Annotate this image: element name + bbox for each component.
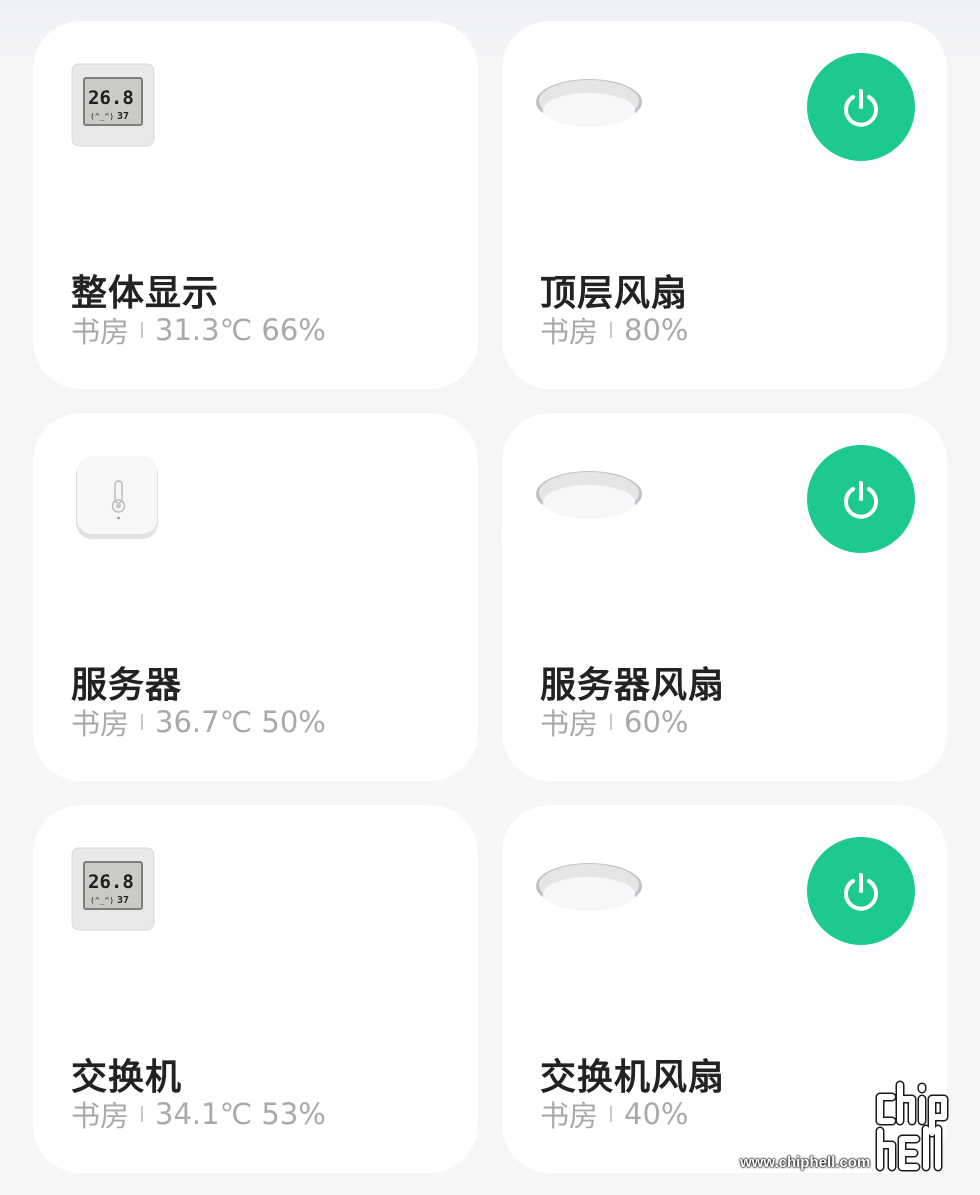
device-subtitle: 书房 60% — [540, 701, 688, 743]
divider — [141, 714, 144, 730]
divider — [141, 322, 144, 338]
device-subtitle: 书房 36.7℃ 50% — [71, 701, 326, 743]
ceiling-fan-icon — [534, 77, 644, 141]
device-card-overall-display[interactable]: 26.8 (^_^) 37 整体显示 书房 31.3℃ 66% — [33, 21, 478, 389]
device-status: 34.1℃ 53% — [155, 1097, 326, 1131]
watermark-url: www.chiphell.com — [740, 1154, 871, 1171]
divider — [610, 1106, 613, 1122]
ceiling-fan-icon — [534, 861, 644, 925]
device-subtitle: 书房 31.3℃ 66% — [71, 309, 326, 351]
device-subtitle: 书房 34.1℃ 53% — [71, 1093, 326, 1135]
svg-text:26.8: 26.8 — [88, 87, 134, 109]
power-button[interactable] — [807, 445, 915, 553]
device-room: 书房 — [71, 707, 130, 741]
ceiling-fan-icon — [534, 469, 644, 533]
thermometer-lcd-icon: 26.8 (^_^) 37 — [71, 847, 155, 935]
power-icon — [844, 481, 878, 519]
power-icon — [844, 89, 878, 127]
device-status: 31.3℃ 66% — [155, 313, 326, 347]
device-status: 60% — [624, 705, 689, 739]
device-room: 书房 — [540, 707, 599, 741]
device-subtitle: 书房 80% — [540, 309, 688, 351]
device-card-server-fan[interactable]: 服务器风扇 书房 60% — [502, 413, 947, 781]
power-icon — [844, 873, 878, 911]
power-button[interactable] — [807, 837, 915, 945]
temp-sensor-icon — [75, 455, 161, 545]
svg-text:37: 37 — [117, 111, 129, 122]
device-room: 书房 — [71, 1099, 130, 1133]
device-status: 40% — [624, 1097, 689, 1131]
chiphell-watermark: www.chiphell.com — [740, 1077, 968, 1177]
device-status: 80% — [624, 313, 689, 347]
device-card-server[interactable]: 服务器 书房 36.7℃ 50% — [33, 413, 478, 781]
device-card-switch[interactable]: 26.8 (^_^) 37 交换机 书房 34.1℃ 53% — [33, 805, 478, 1173]
svg-text:37: 37 — [117, 895, 129, 906]
device-room: 书房 — [540, 1099, 599, 1133]
divider — [610, 714, 613, 730]
device-card-top-fan[interactable]: 顶层风扇 书房 80% — [502, 21, 947, 389]
device-subtitle: 书房 40% — [540, 1093, 688, 1135]
svg-text:26.8: 26.8 — [88, 871, 134, 893]
thermometer-lcd-icon: 26.8 (^_^) 37 — [71, 63, 155, 151]
chiphell-logo-icon — [875, 1080, 949, 1172]
svg-text:(^_^): (^_^) — [90, 112, 114, 121]
device-room: 书房 — [71, 315, 130, 349]
device-status: 36.7℃ 50% — [155, 705, 326, 739]
power-button[interactable] — [807, 53, 915, 161]
divider — [610, 322, 613, 338]
device-room: 书房 — [540, 315, 599, 349]
divider — [141, 1106, 144, 1122]
svg-text:(^_^): (^_^) — [90, 896, 114, 905]
